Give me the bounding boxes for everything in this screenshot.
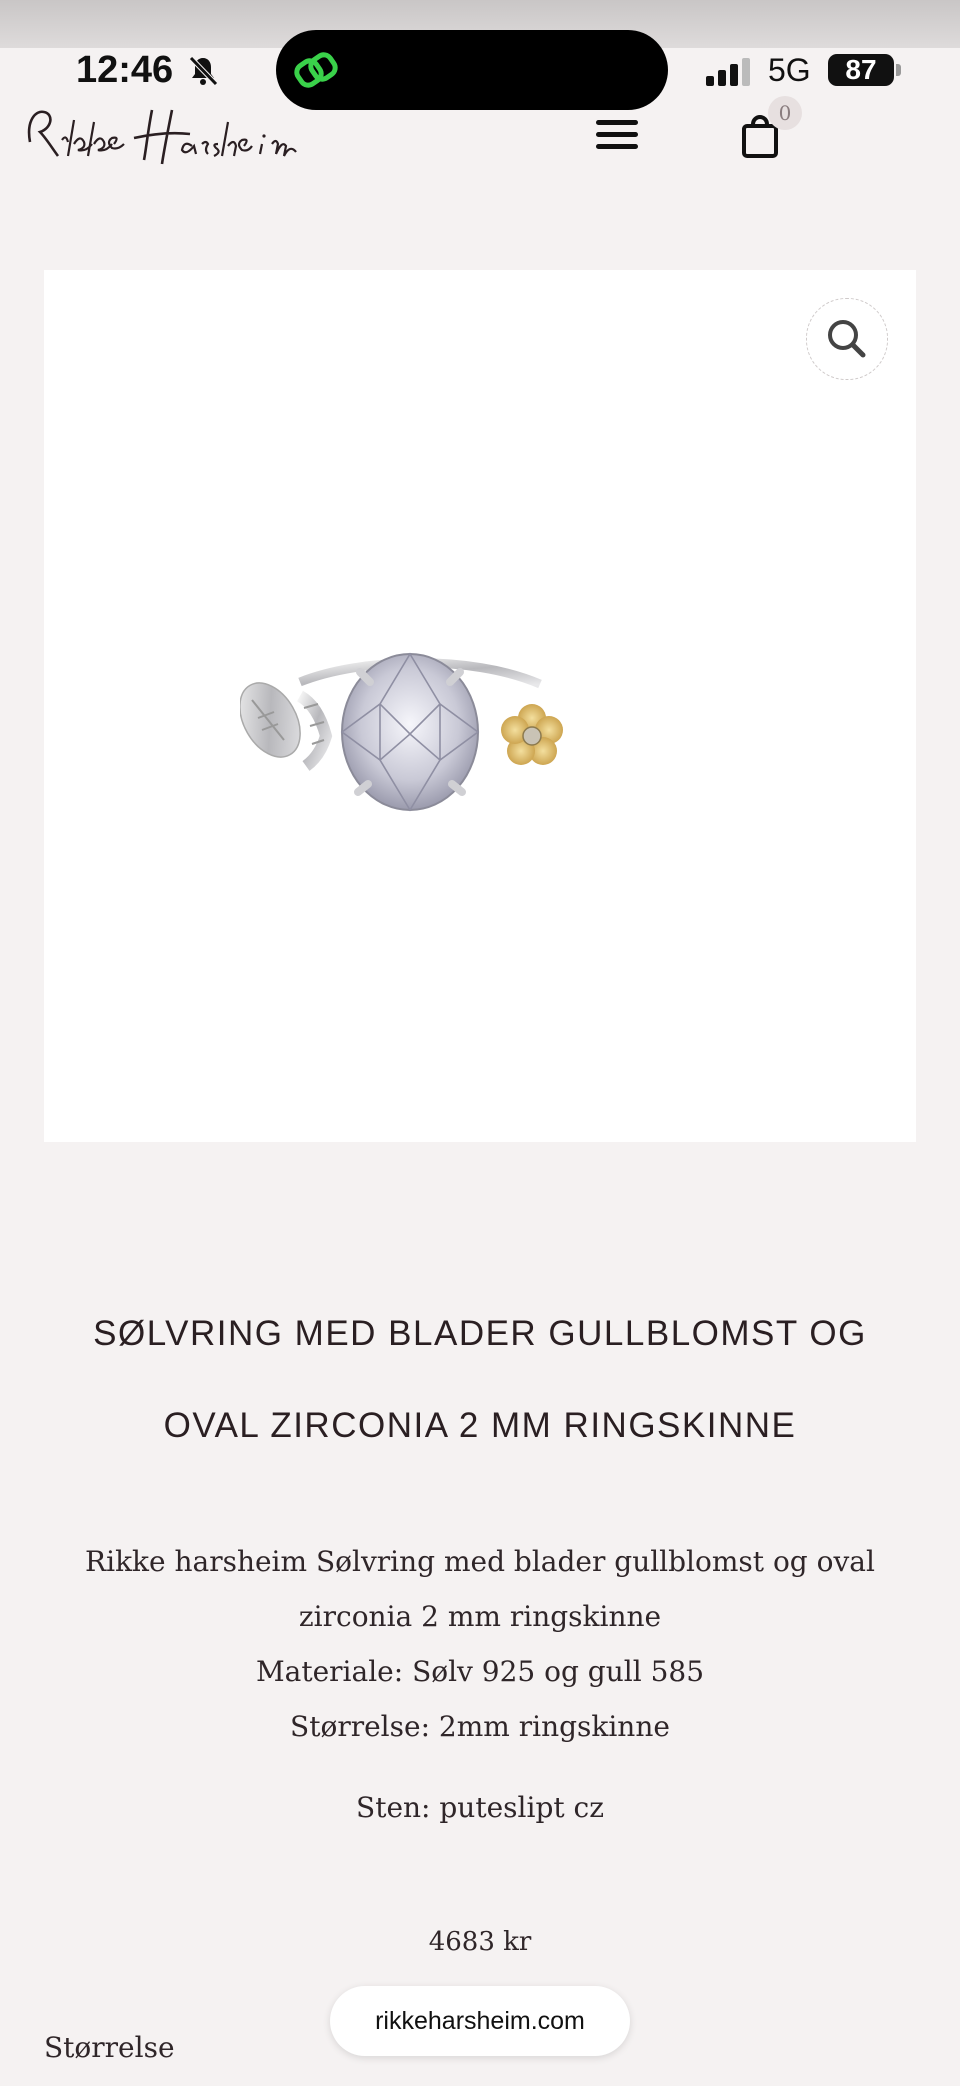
stone-info: Sten: puteslipt cz <box>356 1791 604 1824</box>
description-line: Materiale: Sølv 925 og gull 585 <box>255 1655 705 1688</box>
product-title: SØLVRING MED BLADER GULLBLOMST OG OVAL Z… <box>60 1288 900 1472</box>
menu-button[interactable] <box>596 120 638 156</box>
link-icon <box>294 52 338 88</box>
menu-icon-bar <box>596 120 638 125</box>
product-title-line2: OVAL ZIRCONIA 2 MM RINGSKINNE <box>163 1406 797 1445</box>
search-icon <box>828 320 866 358</box>
description-line: Størrelse: 2mm ringskinne <box>290 1710 670 1743</box>
description-line: zirconia 2 mm ringskinne <box>298 1600 662 1633</box>
menu-icon-bar <box>596 132 638 137</box>
cart-count-badge: 0 <box>768 96 802 130</box>
site-header: 0 <box>0 92 960 172</box>
status-time: 12:46 <box>76 49 174 91</box>
battery-indicator: 87 <box>828 54 894 86</box>
bell-muted-icon <box>189 56 218 86</box>
menu-icon-bar <box>596 144 638 149</box>
status-bar: 12:46 5G 87 <box>0 30 960 110</box>
product-title-line1: SØLVRING MED BLADER GULLBLOMST OG <box>93 1314 867 1353</box>
signal-icon <box>706 58 750 86</box>
ring-image <box>240 652 563 812</box>
battery-nub <box>896 64 901 76</box>
product-description: Rikke harsheim Sølvring med blader gullb… <box>80 1534 880 1754</box>
site-logo[interactable] <box>22 100 307 172</box>
description-line: Rikke harsheim Sølvring med blader gullb… <box>85 1545 875 1578</box>
product-price: 4683 kr <box>428 1927 532 1957</box>
network-type: 5G <box>768 52 811 88</box>
size-label: Størrelse <box>44 2031 175 2064</box>
zoom-button[interactable] <box>806 298 888 380</box>
browser-url-bar[interactable]: rikkeharsheim.com <box>330 1986 630 2056</box>
